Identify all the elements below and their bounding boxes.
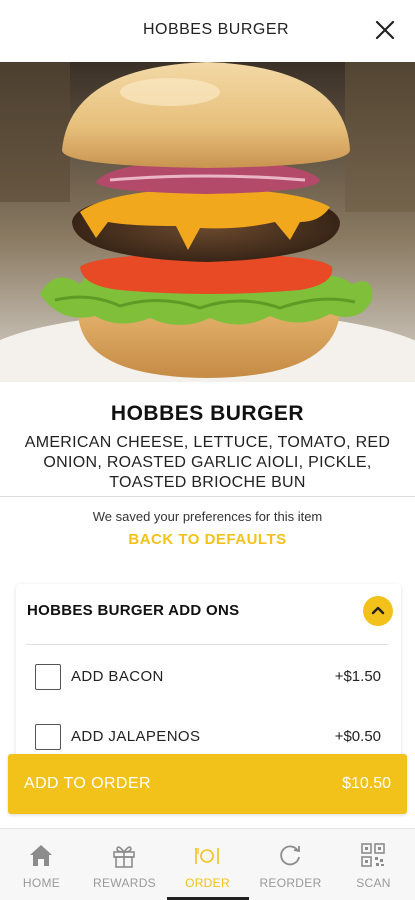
addon-label: ADD JALAPENOS xyxy=(71,728,201,745)
tab-label: REORDER xyxy=(259,876,322,890)
add-to-order-button[interactable]: ADD TO ORDER $10.50 xyxy=(8,754,407,814)
chevron-up-icon xyxy=(371,606,385,615)
tab-home[interactable]: HOME xyxy=(0,829,83,900)
qr-code-icon xyxy=(361,843,385,867)
back-to-defaults-link[interactable]: BACK TO DEFAULTS xyxy=(0,531,415,548)
page-title: HOBBES BURGER xyxy=(142,21,290,38)
item-title: HOBBES BURGER xyxy=(110,402,305,425)
divider xyxy=(0,496,415,497)
addon-label: ADD BACON xyxy=(71,668,164,685)
addon-item-bacon[interactable]: ADD BACON +$1.50 xyxy=(16,658,401,698)
gift-icon xyxy=(113,846,135,868)
addons-title: HOBBES BURGER ADD ONS xyxy=(27,602,240,619)
burger-photo xyxy=(0,62,415,382)
tab-order[interactable]: ORDER xyxy=(166,829,249,900)
addon-price: +$1.50 xyxy=(334,668,381,685)
close-icon[interactable] xyxy=(373,18,397,42)
bottom-tab-bar: HOME REWARDS ORDER REORDER SCAN xyxy=(0,828,415,900)
refresh-icon xyxy=(280,845,300,866)
addons-header[interactable]: HOBBES BURGER ADD ONS xyxy=(16,584,401,642)
header: HOBBES BURGER xyxy=(0,0,415,62)
collapse-button[interactable] xyxy=(363,596,393,626)
tab-label: ORDER xyxy=(185,876,230,890)
tab-reorder[interactable]: REORDER xyxy=(249,829,332,900)
tab-label: HOME xyxy=(22,876,61,890)
home-icon xyxy=(30,845,52,866)
plate-icon xyxy=(195,848,219,864)
item-description: AMERICAN CHEESE, LETTUCE, TOMATO, RED ON… xyxy=(24,434,391,491)
add-to-order-label: ADD TO ORDER xyxy=(24,775,151,792)
order-total-price: $10.50 xyxy=(342,775,391,792)
preferences-note: We saved your preferences for this item xyxy=(92,509,323,524)
addon-price: +$0.50 xyxy=(334,728,381,745)
addons-divider xyxy=(26,644,389,645)
addon-checkbox[interactable] xyxy=(35,664,61,690)
tab-scan[interactable]: SCAN xyxy=(332,829,415,900)
addon-item-jalapenos[interactable]: ADD JALAPENOS +$0.50 xyxy=(16,718,401,758)
addon-checkbox[interactable] xyxy=(35,724,61,750)
tab-label: REWARDS xyxy=(93,876,156,890)
tab-label: SCAN xyxy=(356,876,391,890)
tab-rewards[interactable]: REWARDS xyxy=(83,829,166,900)
